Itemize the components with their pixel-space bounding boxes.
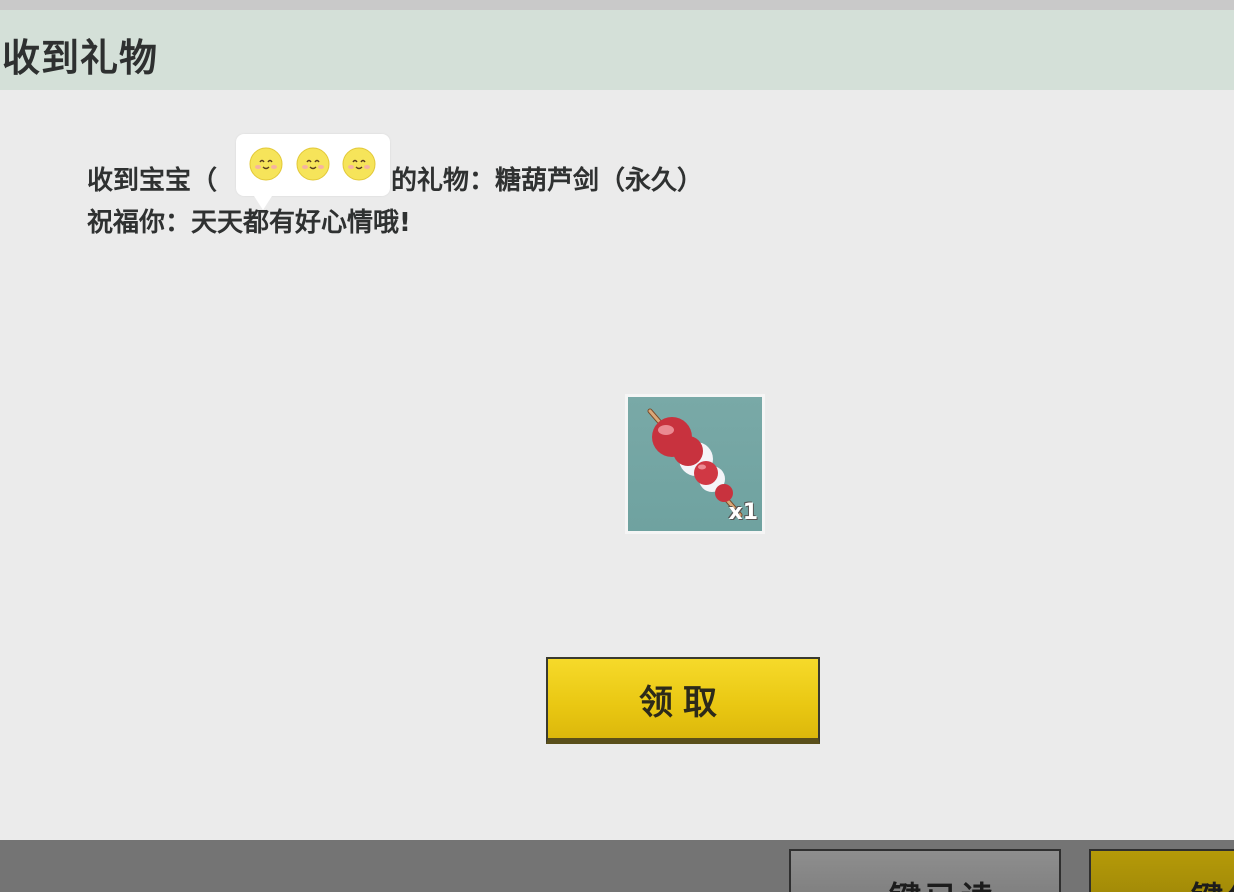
blessing-line: 祝福你：天天都有好心情哦! (87, 208, 411, 238)
gift-item-background: x1 (628, 397, 762, 531)
smiling-chick-emoji (249, 147, 283, 181)
gift-message-panel: 收到宝宝（ ）的礼物：糖葫芦剑（永久） 祝福你：天天都有好心情哦! x1 领取 (0, 90, 1234, 840)
gift-message-line: 收到宝宝（ ）的礼物：糖葫芦剑（永久） (87, 160, 703, 197)
claim-button[interactable]: 领取 (546, 657, 820, 744)
top-strip (0, 0, 1234, 10)
bottom-action-bar: 一键已读 一键领取 (0, 840, 1234, 892)
message-suffix: ）的礼物：糖葫芦剑（永久） (365, 166, 704, 196)
mark-all-read-label: 一键已读 (791, 873, 1059, 892)
mark-all-read-button[interactable]: 一键已读 (789, 849, 1061, 892)
claim-all-button[interactable]: 一键领取 (1089, 849, 1234, 892)
smiling-chick-emoji (296, 147, 330, 181)
claim-button-label: 领取 (639, 683, 727, 723)
page-title: 收到礼物 (2, 36, 159, 80)
gift-item-slot[interactable]: x1 (625, 394, 765, 534)
message-prefix: 收到宝宝（ (87, 166, 218, 196)
claim-all-label: 一键领取 (1155, 873, 1234, 892)
smiling-chick-emoji (342, 147, 376, 181)
gift-quantity: x1 (728, 500, 759, 525)
sender-name-emoji-bubble (236, 134, 390, 210)
header: 收到礼物 (0, 10, 1234, 90)
